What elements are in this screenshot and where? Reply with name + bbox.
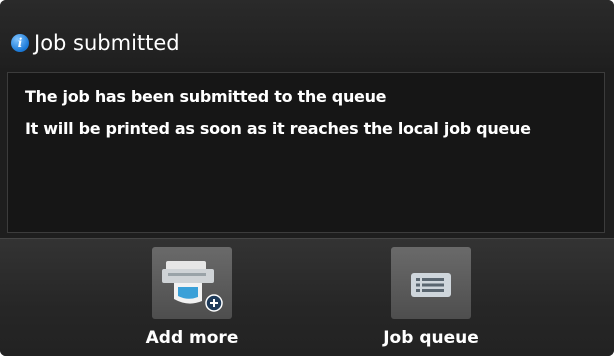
dialog-title: Job submitted [34, 31, 180, 55]
job-queue-button[interactable]: Job queue [351, 239, 511, 356]
info-icon: i [11, 34, 29, 52]
dialog-screen: i Job submitted The job has been submitt… [0, 0, 614, 356]
job-queue-list-icon [391, 247, 471, 319]
add-more-label: Add more [145, 328, 239, 348]
add-more-button[interactable]: Add more [112, 239, 272, 356]
add-print-job-icon [152, 247, 232, 319]
message-panel: The job has been submitted to the queue … [7, 72, 605, 233]
dialog-header: i Job submitted [0, 0, 614, 68]
job-queue-label: Job queue [383, 328, 479, 348]
action-bar: Add more Job queue [0, 238, 614, 356]
message-line: It will be printed as soon as it reaches… [25, 119, 531, 138]
message-line: The job has been submitted to the queue [25, 87, 387, 106]
